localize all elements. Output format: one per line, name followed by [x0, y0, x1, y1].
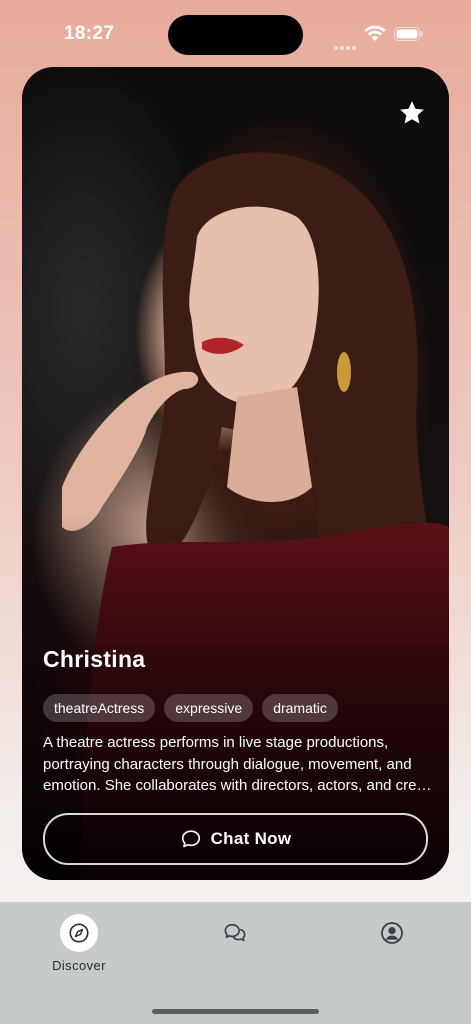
status-time: 18:27 — [64, 23, 115, 44]
chat-now-button[interactable]: Chat Now — [43, 813, 428, 865]
tab-chats-icon-wrap — [216, 914, 254, 952]
home-indicator — [152, 1009, 319, 1014]
tab-profile-icon-wrap — [373, 914, 411, 952]
chat-bubble-icon — [181, 830, 200, 848]
wifi-icon — [364, 25, 386, 41]
tab-profile[interactable] — [352, 914, 432, 952]
compass-icon — [69, 923, 89, 943]
profile-icon — [381, 922, 403, 944]
tab-discover-label: Discover — [52, 958, 106, 973]
tab-chats[interactable] — [195, 914, 275, 952]
chat-bubbles-icon — [224, 923, 246, 942]
profile-name: Christina — [43, 646, 146, 672]
tag-chip: theatreActress — [43, 694, 156, 722]
dynamic-island — [168, 15, 303, 55]
status-bar: 18:27 — [0, 0, 471, 62]
profile-description: A theatre actress performs in live stage… — [43, 734, 428, 794]
bottom-tab-bar: Discover — [0, 902, 471, 1024]
tag-chip: dramatic — [262, 694, 338, 722]
profile-card[interactable]: Christina theatreActress expressive dram… — [22, 67, 449, 880]
star-icon[interactable] — [397, 98, 427, 128]
tab-discover-icon-wrap — [60, 914, 98, 952]
chat-now-label: Chat Now — [210, 829, 292, 848]
tag-list: theatreActress expressive dramatic — [43, 694, 338, 722]
battery-icon — [394, 27, 423, 41]
tag-chip: expressive — [164, 694, 254, 722]
tab-discover[interactable]: Discover — [39, 914, 119, 973]
cellular-signal-icon — [334, 37, 358, 50]
